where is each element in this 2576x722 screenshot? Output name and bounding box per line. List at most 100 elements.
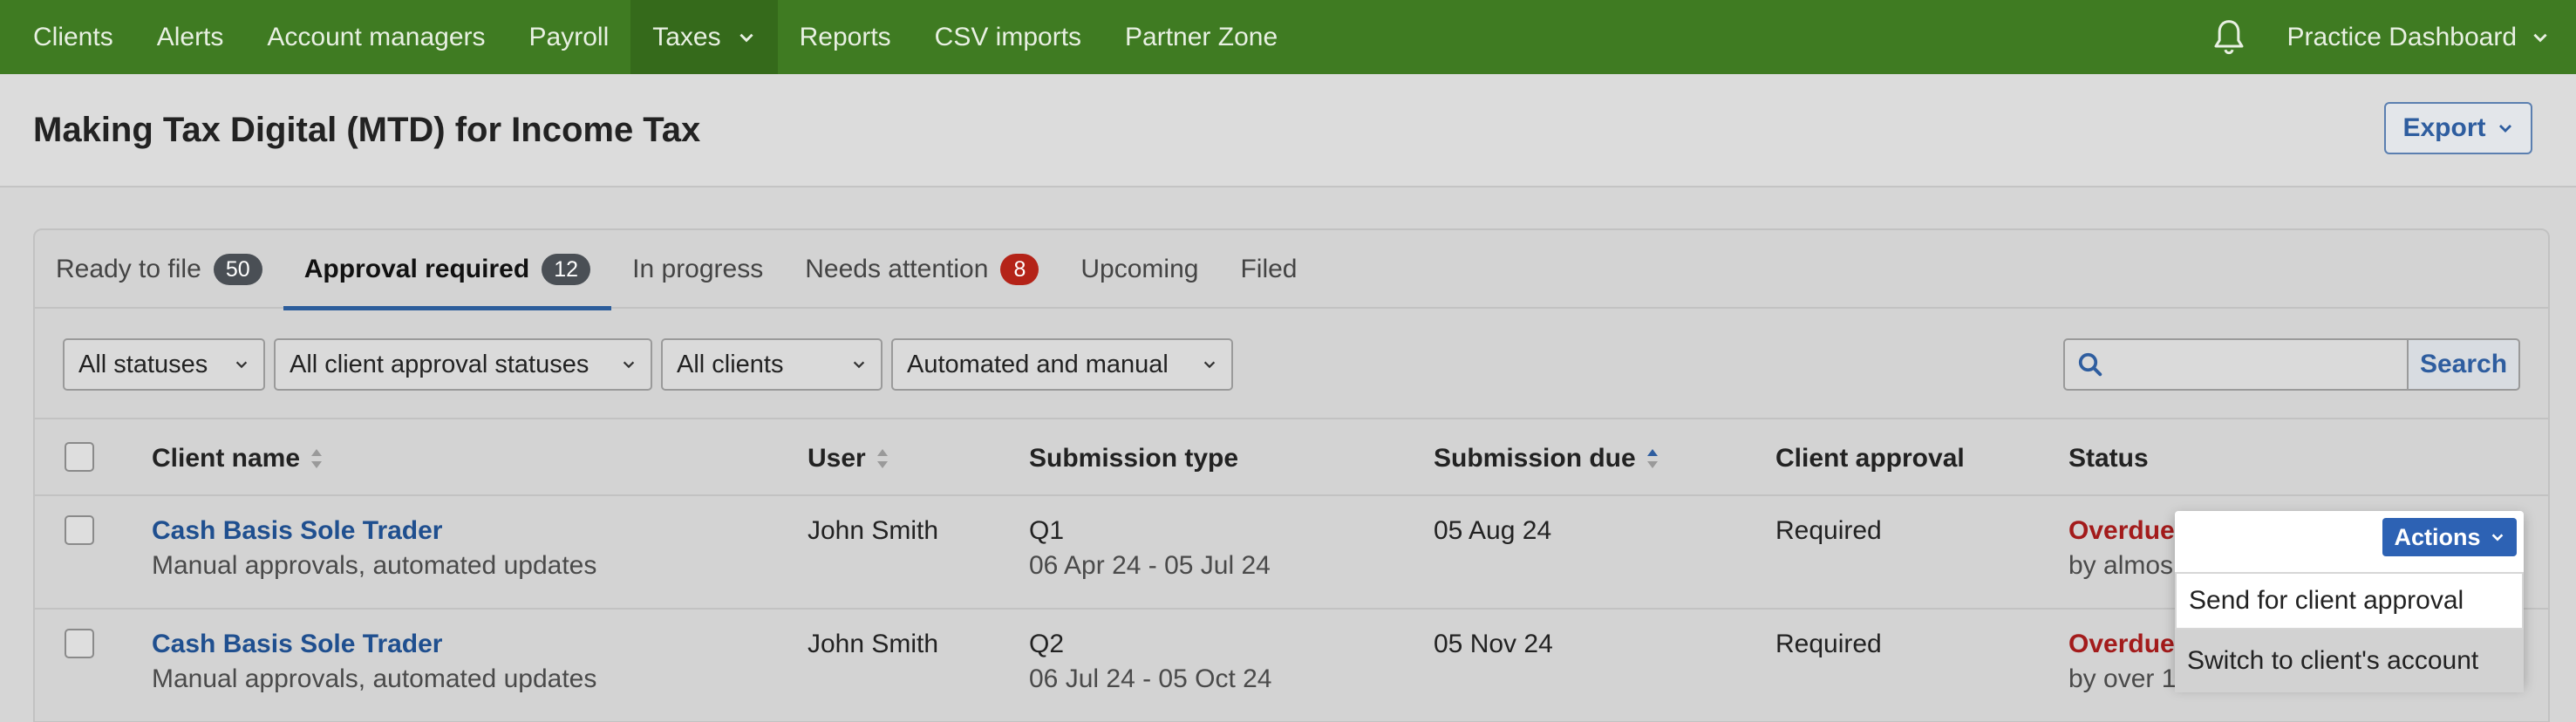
chevron-down-icon [1203, 361, 1216, 369]
tab-in-progress[interactable]: In progress [611, 230, 784, 309]
nav-label: Partner Zone [1125, 22, 1278, 51]
chevron-down-icon [739, 33, 753, 42]
tab-label: Needs attention [805, 255, 989, 283]
menu-item-send-for-client-approval[interactable]: Send for client approval [2175, 572, 2524, 630]
tab-filed[interactable]: Filed [1219, 230, 1318, 309]
tab-label: Filed [1240, 255, 1298, 283]
select-value: All statuses [78, 350, 208, 378]
client-name-link[interactable]: Cash Basis Sole Trader [152, 627, 596, 662]
column-header-submission-due[interactable]: Submission due [1434, 419, 1659, 498]
client-approval-filter-select[interactable]: All client approval statuses [274, 338, 652, 391]
nav-label: Payroll [528, 22, 610, 51]
table-header: Client name User Submission type Submiss… [35, 418, 2548, 496]
count-badge: 8 [1000, 254, 1039, 285]
tab-label: In progress [632, 255, 764, 283]
nav-alerts[interactable]: Alerts [135, 0, 246, 74]
nav-label: CSV imports [934, 22, 1082, 51]
client-approval-cell: Required [1775, 516, 1882, 545]
actions-label: Actions [2394, 523, 2481, 550]
search-field[interactable] [2063, 338, 2407, 391]
count-badge: 12 [542, 254, 591, 285]
submission-due-cell: 05 Aug 24 [1434, 516, 1552, 545]
notifications-bell-icon[interactable] [2205, 0, 2252, 74]
client-name-link[interactable]: Cash Basis Sole Trader [152, 514, 596, 548]
status-detail: by almos [2068, 551, 2174, 580]
tab-label: Ready to file [56, 255, 201, 283]
client-approval-cell: Required [1775, 630, 1882, 658]
nav-label: Reports [799, 22, 891, 51]
clients-filter-select[interactable]: All clients [661, 338, 883, 391]
column-header-user[interactable]: User [808, 419, 889, 498]
content-panel: Ready to file 50 Approval required 12 In… [33, 228, 2550, 722]
select-value: All clients [677, 350, 784, 378]
user-cell: John Smith [808, 516, 939, 545]
column-label: Submission type [1029, 444, 1239, 473]
nav-label: Account managers [267, 22, 486, 51]
search-icon [2078, 352, 2102, 377]
nav-taxes[interactable]: Taxes [630, 0, 778, 74]
nav-reports[interactable]: Reports [778, 0, 913, 74]
search-button[interactable]: Search [2407, 338, 2520, 391]
column-label: Client name [152, 444, 301, 473]
row-checkbox[interactable] [65, 515, 94, 545]
row-checkbox[interactable] [65, 629, 94, 658]
menu-item-switch-to-client-account[interactable]: Switch to client's account [2175, 630, 2524, 692]
tab-needs-attention[interactable]: Needs attention 8 [784, 230, 1060, 309]
column-label: Submission due [1434, 444, 1636, 473]
submission-period: 06 Jul 24 - 05 Oct 24 [1029, 664, 1272, 693]
nav-clients[interactable]: Clients [0, 0, 135, 74]
nav-label: Taxes [652, 22, 721, 51]
tab-approval-required[interactable]: Approval required 12 [283, 230, 612, 310]
column-label: Status [2068, 444, 2149, 473]
column-header-client-approval: Client approval [1775, 419, 1965, 498]
page-header: Making Tax Digital (MTD) for Income Tax … [0, 74, 2576, 187]
search-input[interactable] [2114, 351, 2393, 378]
column-header-client-name[interactable]: Client name [152, 419, 323, 498]
nav-label: Clients [33, 22, 113, 51]
nav-payroll[interactable]: Payroll [508, 0, 631, 74]
select-value: All client approval statuses [290, 350, 589, 378]
status-overdue: Overdue [2068, 516, 2175, 545]
sort-icon [311, 449, 323, 468]
automation-filter-select[interactable]: Automated and manual [891, 338, 1233, 391]
export-button[interactable]: Export [2384, 102, 2532, 154]
select-all-checkbox[interactable] [65, 442, 94, 472]
count-badge: 50 [213, 254, 262, 285]
table-row: Cash Basis Sole Trader Manual approvals,… [35, 496, 2548, 610]
chevron-down-icon [853, 361, 865, 369]
nav-account-managers[interactable]: Account managers [245, 0, 507, 74]
column-label: Client approval [1775, 444, 1965, 473]
nav-csv-imports[interactable]: CSV imports [913, 0, 1103, 74]
user-cell: John Smith [808, 630, 939, 658]
nav-partner-zone[interactable]: Partner Zone [1103, 0, 1299, 74]
chevron-down-icon [2533, 33, 2547, 42]
status-filter-select[interactable]: All statuses [63, 338, 265, 391]
tab-ready-to-file[interactable]: Ready to file 50 [35, 230, 283, 309]
practice-label: Practice Dashboard [2286, 22, 2517, 51]
client-approval-mode: Manual approvals, automated updates [152, 664, 597, 693]
actions-dropdown: Actions Send for client approval Switch … [2175, 511, 2524, 692]
chevron-down-icon [2498, 125, 2511, 133]
top-navigation: Clients Alerts Account managers Payroll … [0, 0, 2576, 74]
actions-button[interactable]: Actions [2382, 518, 2517, 556]
chevron-down-icon [2491, 534, 2503, 542]
column-header-submission-type: Submission type [1029, 419, 1238, 498]
bell-icon [2214, 19, 2244, 54]
submission-period: 06 Apr 24 - 05 Jul 24 [1029, 551, 1271, 580]
nav-label: Alerts [156, 22, 224, 51]
column-header-status: Status [2068, 419, 2149, 498]
nav-right: Practice Dashboard [2205, 0, 2576, 74]
filter-bar: All statuses All client approval statuse… [63, 338, 1242, 391]
actions-menu: Send for client approval Switch to clien… [2175, 572, 2524, 692]
tab-bar: Ready to file 50 Approval required 12 In… [35, 230, 2548, 310]
sort-ascending-icon [1646, 449, 1658, 468]
column-label: User [808, 444, 866, 473]
chevron-down-icon [623, 361, 635, 369]
client-approval-mode: Manual approvals, automated updates [152, 551, 597, 580]
tab-label: Approval required [303, 255, 530, 283]
tab-upcoming[interactable]: Upcoming [1060, 230, 1219, 309]
select-value: Automated and manual [907, 350, 1169, 378]
export-label: Export [2402, 113, 2486, 142]
practice-dashboard-menu[interactable]: Practice Dashboard [2287, 23, 2576, 52]
tab-label: Upcoming [1080, 255, 1199, 283]
